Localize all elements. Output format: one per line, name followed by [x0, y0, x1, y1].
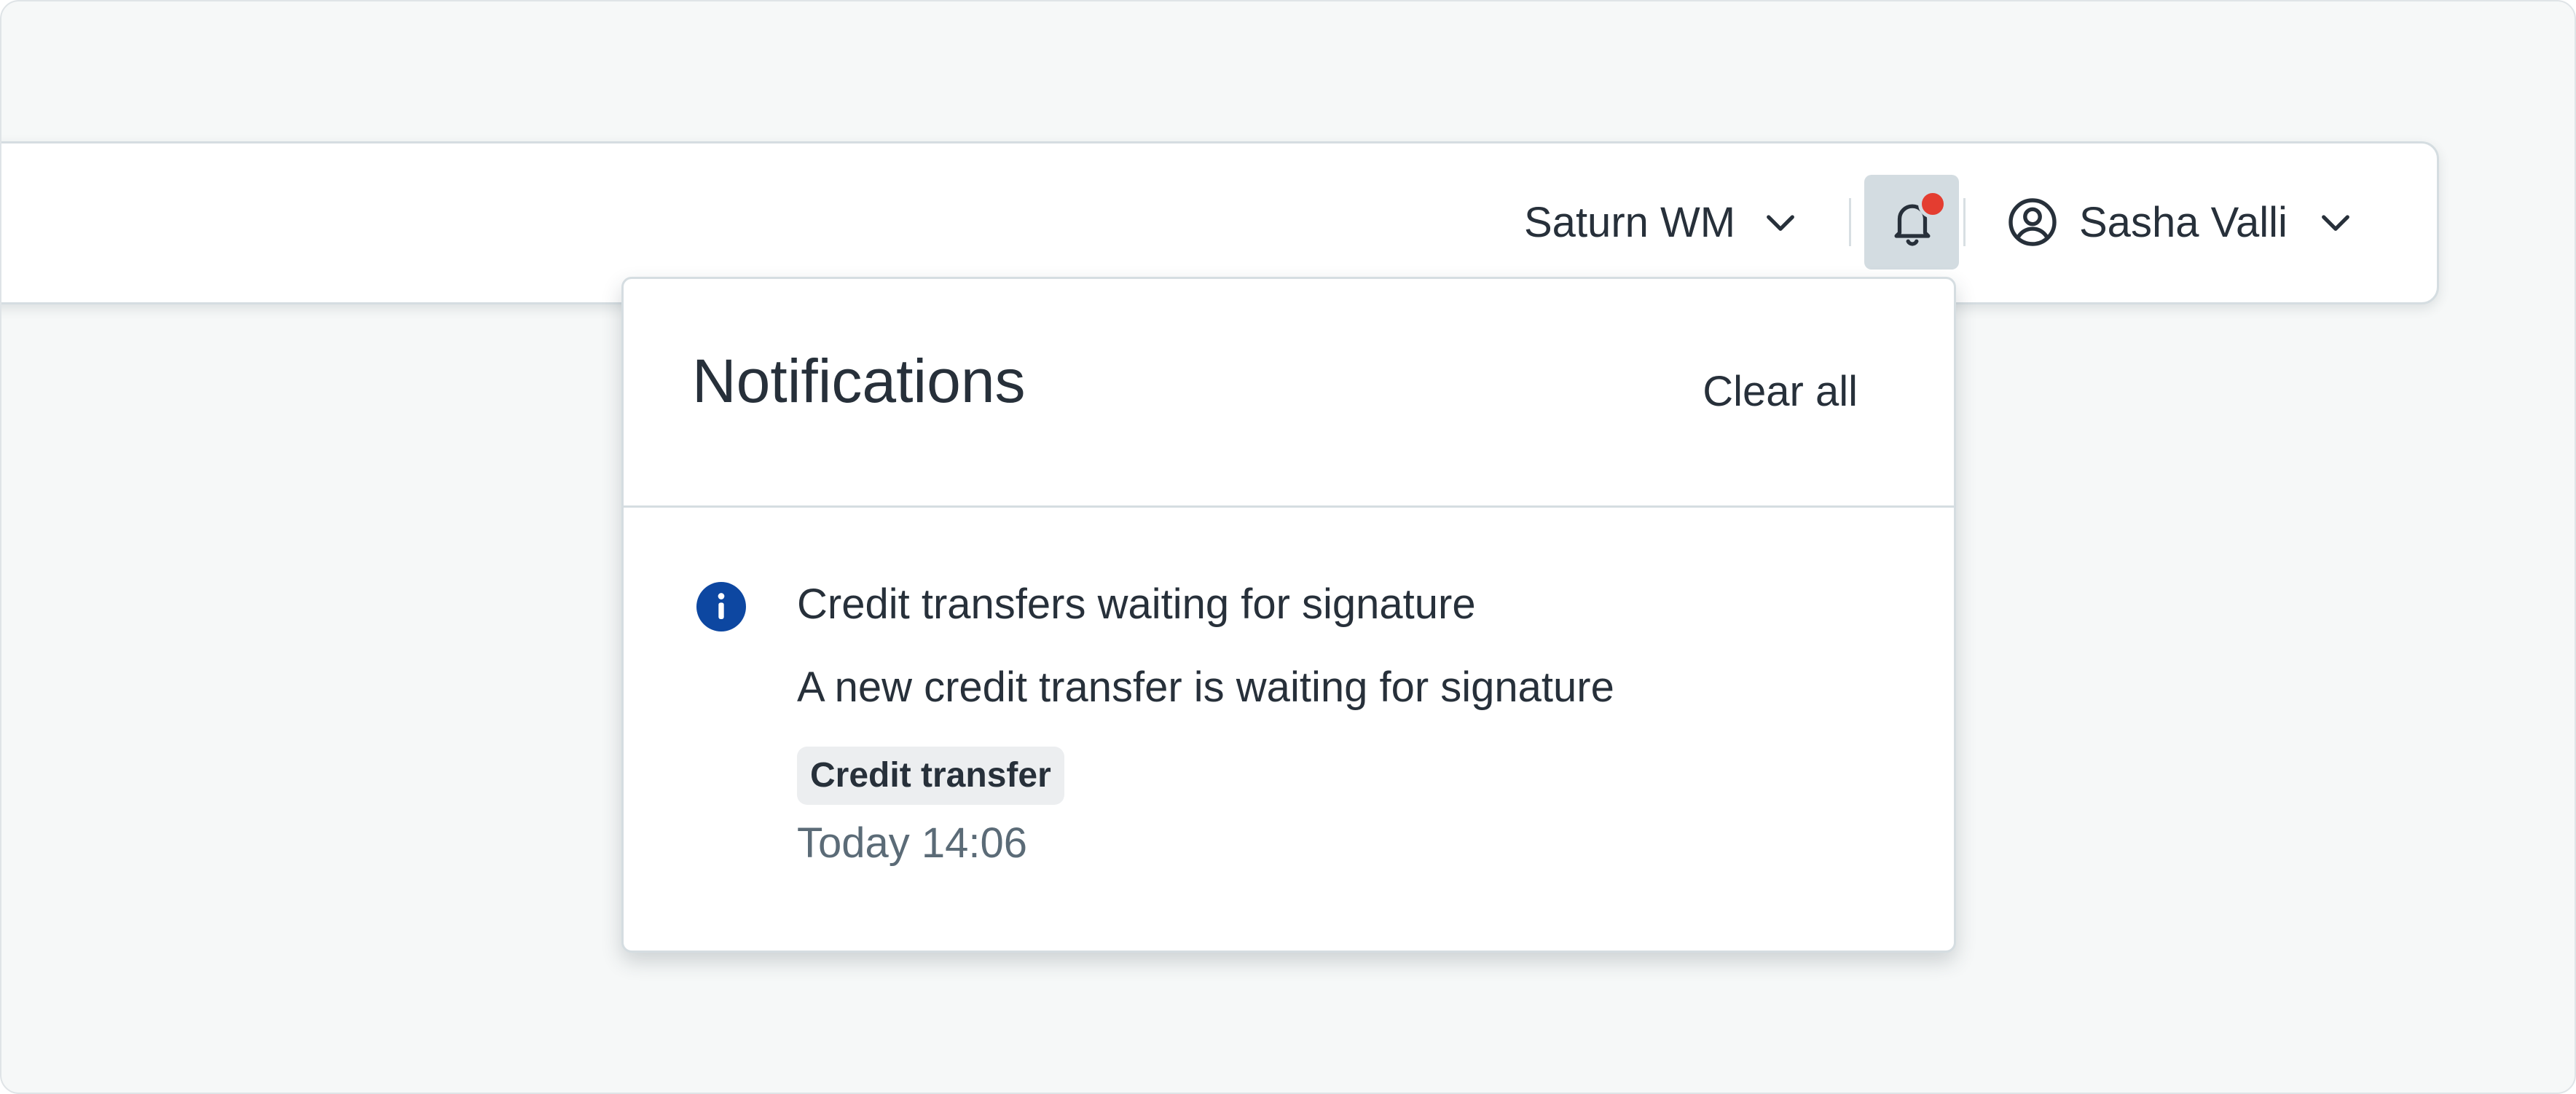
clear-all-button[interactable]: Clear all [1703, 366, 1858, 417]
divider [1963, 198, 1966, 246]
notification-body: A new credit transfer is waiting for sig… [797, 664, 1614, 711]
workspace-switcher[interactable]: Saturn WM [1524, 187, 1801, 257]
notification-tag: Credit transfer [797, 747, 1064, 805]
chevron-down-icon [2321, 215, 2349, 231]
workspace-label: Saturn WM [1524, 198, 1736, 246]
user-menu[interactable]: Sasha Valli [2006, 187, 2356, 257]
notification-timestamp: Today 14:06 [797, 819, 1028, 867]
app-canvas: Saturn WM Sasha Valli Notifications Clea… [0, 0, 2576, 1094]
chevron-down-icon [1767, 215, 1794, 231]
notifications-panel: Notifications Clear all Credit transfers… [621, 277, 1956, 953]
user-name: Sasha Valli [2079, 198, 2288, 246]
unread-badge [1918, 189, 1947, 219]
notifications-panel-header: Notifications Clear all [624, 279, 1954, 508]
notification-title: Credit transfers waiting for signature [797, 581, 1476, 628]
info-icon [696, 582, 746, 631]
notifications-button[interactable] [1864, 175, 1959, 269]
user-circle-icon [2008, 198, 2057, 246]
divider [1849, 198, 1851, 246]
panel-title: Notifications [692, 347, 1026, 415]
